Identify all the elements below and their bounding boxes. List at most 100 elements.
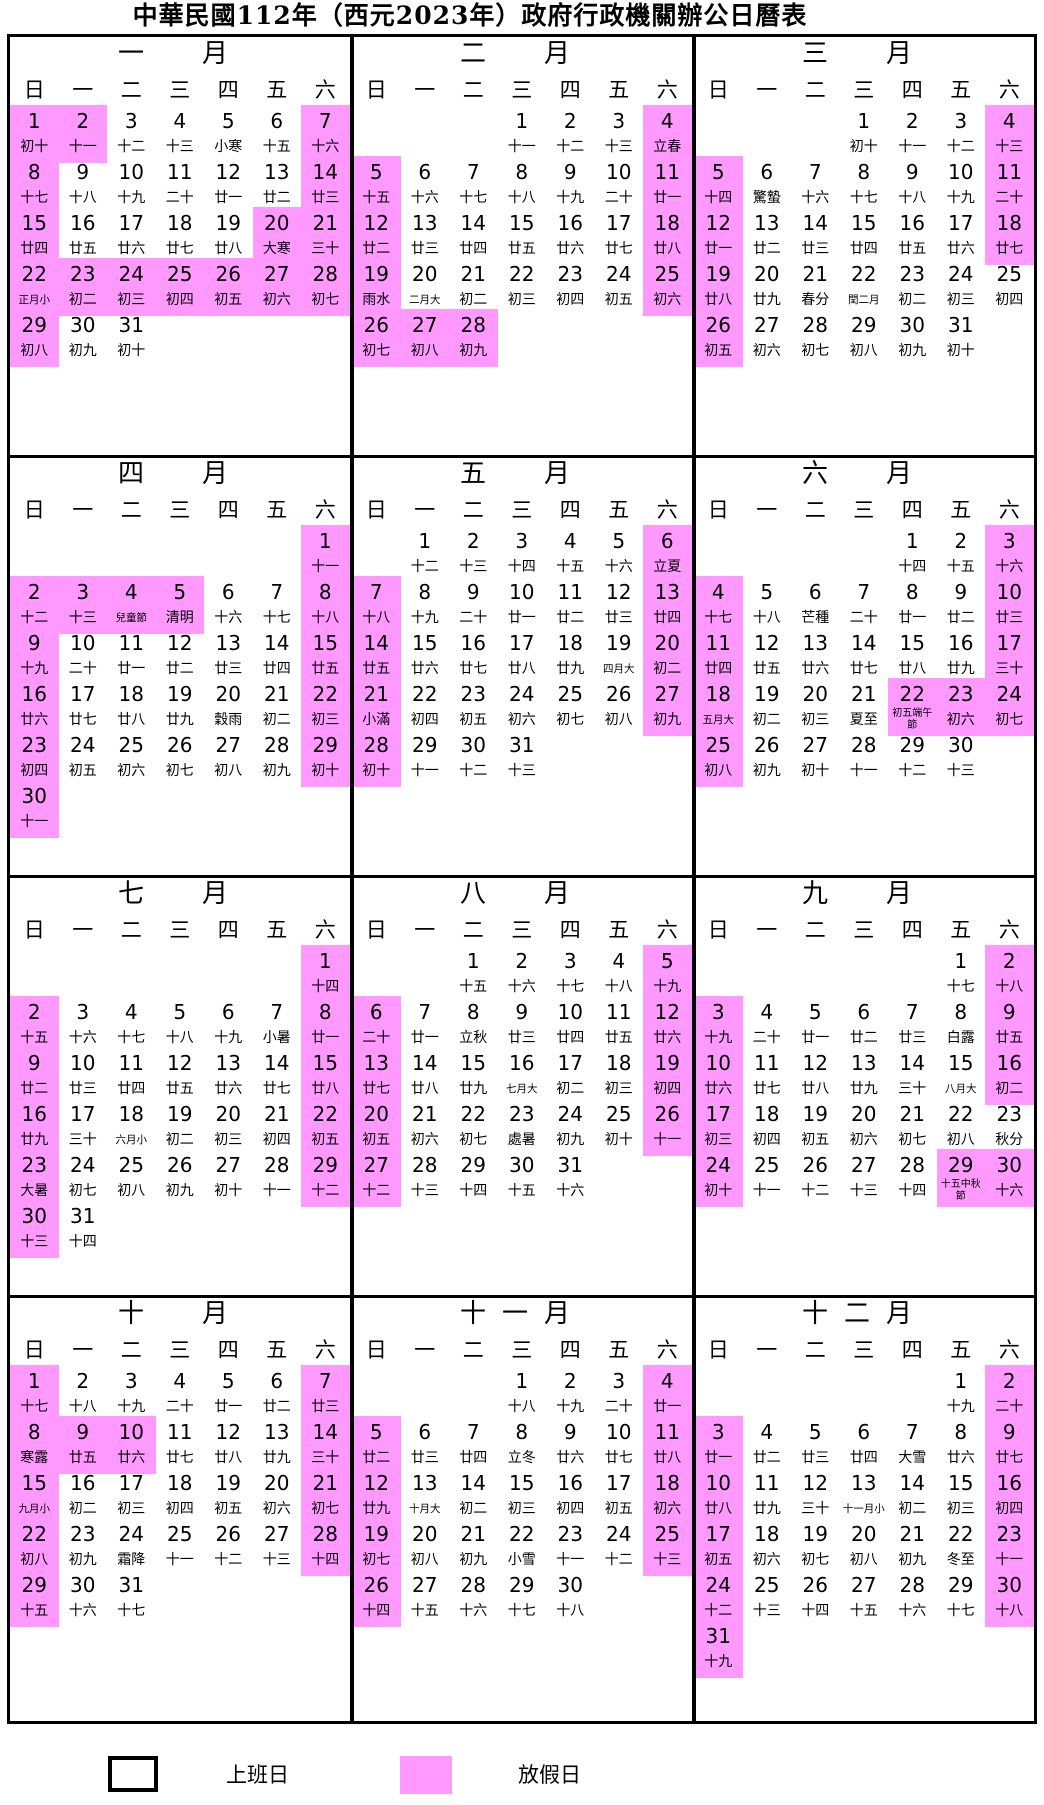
month-9: 九月日一二三四五六 1 十七 2 十八 3 十九 4 二十 5 廿一 6 廿二 7 廿三 8 白露 9 廿五 10 廿六… [694, 877, 1036, 1297]
workday-cell: 2 十五 [937, 525, 986, 583]
day-number: 27 [215, 733, 241, 757]
workday-cell: 19 初二 [743, 678, 792, 736]
workday-cell: 21 初九 [888, 1518, 937, 1576]
lunar-date: 廿六 [946, 1450, 975, 1466]
day-number: 9 [515, 1000, 529, 1024]
day-number: 4 [711, 580, 725, 604]
lunar-date: 十四 [898, 559, 927, 575]
day-number: 11 [996, 160, 1022, 184]
lunar-date: 廿二 [362, 1450, 391, 1466]
weekday-label: 日 [23, 78, 45, 102]
day-number: 16 [996, 1471, 1022, 1495]
lunar-date: 初十 [214, 1183, 243, 1199]
lunar-date: 十二 [556, 139, 585, 155]
lunar-date: 初二 [459, 292, 488, 308]
lunar-date: 廿六 [117, 1450, 146, 1466]
day-number: 4 [660, 109, 674, 133]
lunar-date: 廿一 [801, 1030, 830, 1046]
day-number: 4 [563, 529, 577, 553]
day-number: 27 [851, 1153, 877, 1177]
month-3: 三月日一二三四五六 1 初十 2 十一 3 十二 4 十三 5 十四 6 驚蟄 7 十六 8 十七 9 十八 10 十九… [694, 37, 1036, 457]
lunar-date: 初六 [117, 763, 146, 779]
month-2: 二月日一二三四五六 1 十一 2 十二 3 十三 4 立春 5 十五 6 十六 7 十七 8 十八 9 十九 10 二十… [352, 37, 694, 457]
holiday-cell: 17 初五 [694, 1518, 743, 1576]
lunar-date: 芒種 [801, 610, 830, 626]
weekday-label: 二 [462, 1338, 484, 1362]
day-number: 18 [118, 682, 144, 706]
workday-cell: 1 十一 [498, 105, 547, 163]
lunar-date: 初四 [995, 292, 1024, 308]
workday-cell: 10 廿一 [498, 576, 547, 634]
holiday-cell: 19 初四 [643, 1047, 692, 1105]
weekday-label: 五 [266, 498, 288, 522]
workday-swatch [108, 1756, 158, 1792]
workday-cell: 11 廿九 [743, 1467, 792, 1525]
lunar-date: 十四 [311, 1552, 340, 1568]
day-number: 4 [173, 109, 187, 133]
workday-cell: 4 二十 [156, 1365, 205, 1423]
workday-cell: 6 廿四 [840, 1416, 889, 1474]
day-number: 17 [509, 631, 535, 655]
lunar-date: 廿九 [556, 661, 585, 677]
holiday-cell: 1 十一 [301, 525, 350, 583]
weekday-label: 五 [266, 918, 288, 942]
lunar-date: 立夏 [653, 559, 682, 575]
workday-cell: 19 初七 [791, 1518, 840, 1576]
weekday-label: 六 [656, 78, 678, 102]
lunar-date: 十五 [410, 1603, 439, 1619]
day-number: 11 [167, 1420, 193, 1444]
lunar-date: 初六 [262, 1501, 291, 1517]
workday-cell: 21 初六 [401, 1098, 450, 1156]
lunar-date: 十八 [604, 979, 633, 995]
workday-cell: 19 初五 [791, 1098, 840, 1156]
day-number: 9 [76, 160, 90, 184]
holiday-cell: 1 初十 [10, 105, 59, 163]
weekday-header: 日一二三四五六 [10, 495, 352, 525]
day-number: 19 [363, 262, 389, 286]
workday-cell: 6 芒種 [791, 576, 840, 634]
day-number: 9 [905, 160, 919, 184]
lunar-date: 十一 [20, 814, 49, 830]
workday-cell: 25 初四 [985, 258, 1034, 316]
lunar-date: 廿五 [311, 661, 340, 677]
day-number: 16 [996, 1051, 1022, 1075]
day-number: 8 [954, 1000, 968, 1024]
day-number: 14 [412, 1051, 438, 1075]
lunar-date: 初八 [849, 1552, 878, 1568]
month-title-char: 十 [802, 1299, 829, 1329]
day-number: 14 [264, 631, 290, 655]
lunar-date: 二十 [604, 1399, 633, 1415]
day-number: 8 [27, 1420, 41, 1444]
workday-cell: 7 廿三 [888, 996, 937, 1054]
workday-cell: 18 廿八 [107, 678, 156, 736]
day-number: 10 [996, 580, 1022, 604]
day-number: 23 [70, 262, 96, 286]
workday-cell: 27 初十 [204, 1149, 253, 1207]
lunar-date: 寒露 [20, 1450, 49, 1466]
workday-cell: 24 十二 [595, 1518, 644, 1576]
lunar-date: 十三 [995, 139, 1024, 155]
day-number: 28 [312, 262, 338, 286]
day-number: 25 [996, 262, 1022, 286]
day-number: 11 [754, 1051, 780, 1075]
holiday-cell: 29 初八 [10, 309, 59, 367]
lunar-date: 初九 [898, 1552, 927, 1568]
day-number: 1 [318, 949, 332, 973]
weekday-label: 四 [901, 78, 923, 102]
lunar-date: 初八 [20, 343, 49, 359]
day-number: 19 [754, 682, 780, 706]
lunar-date: 初七 [165, 763, 194, 779]
workday-cell: 31 十七 [107, 1569, 156, 1627]
day-number: 9 [954, 580, 968, 604]
day-number: 22 [412, 682, 438, 706]
lunar-date: 三十 [801, 1501, 830, 1517]
day-number: 29 [948, 1153, 974, 1177]
lunar-date: 廿六 [704, 1081, 733, 1097]
workday-cell: 13 廿六 [204, 1047, 253, 1105]
workday-cell: 18 六月小 [107, 1098, 156, 1156]
lunar-date: 十八 [898, 190, 927, 206]
workday-cell: 7 十七 [449, 156, 498, 214]
workday-cell: 30 十八 [546, 1569, 595, 1627]
lunar-date: 初五 [459, 712, 488, 728]
workday-cell: 31 初十 [937, 309, 986, 367]
